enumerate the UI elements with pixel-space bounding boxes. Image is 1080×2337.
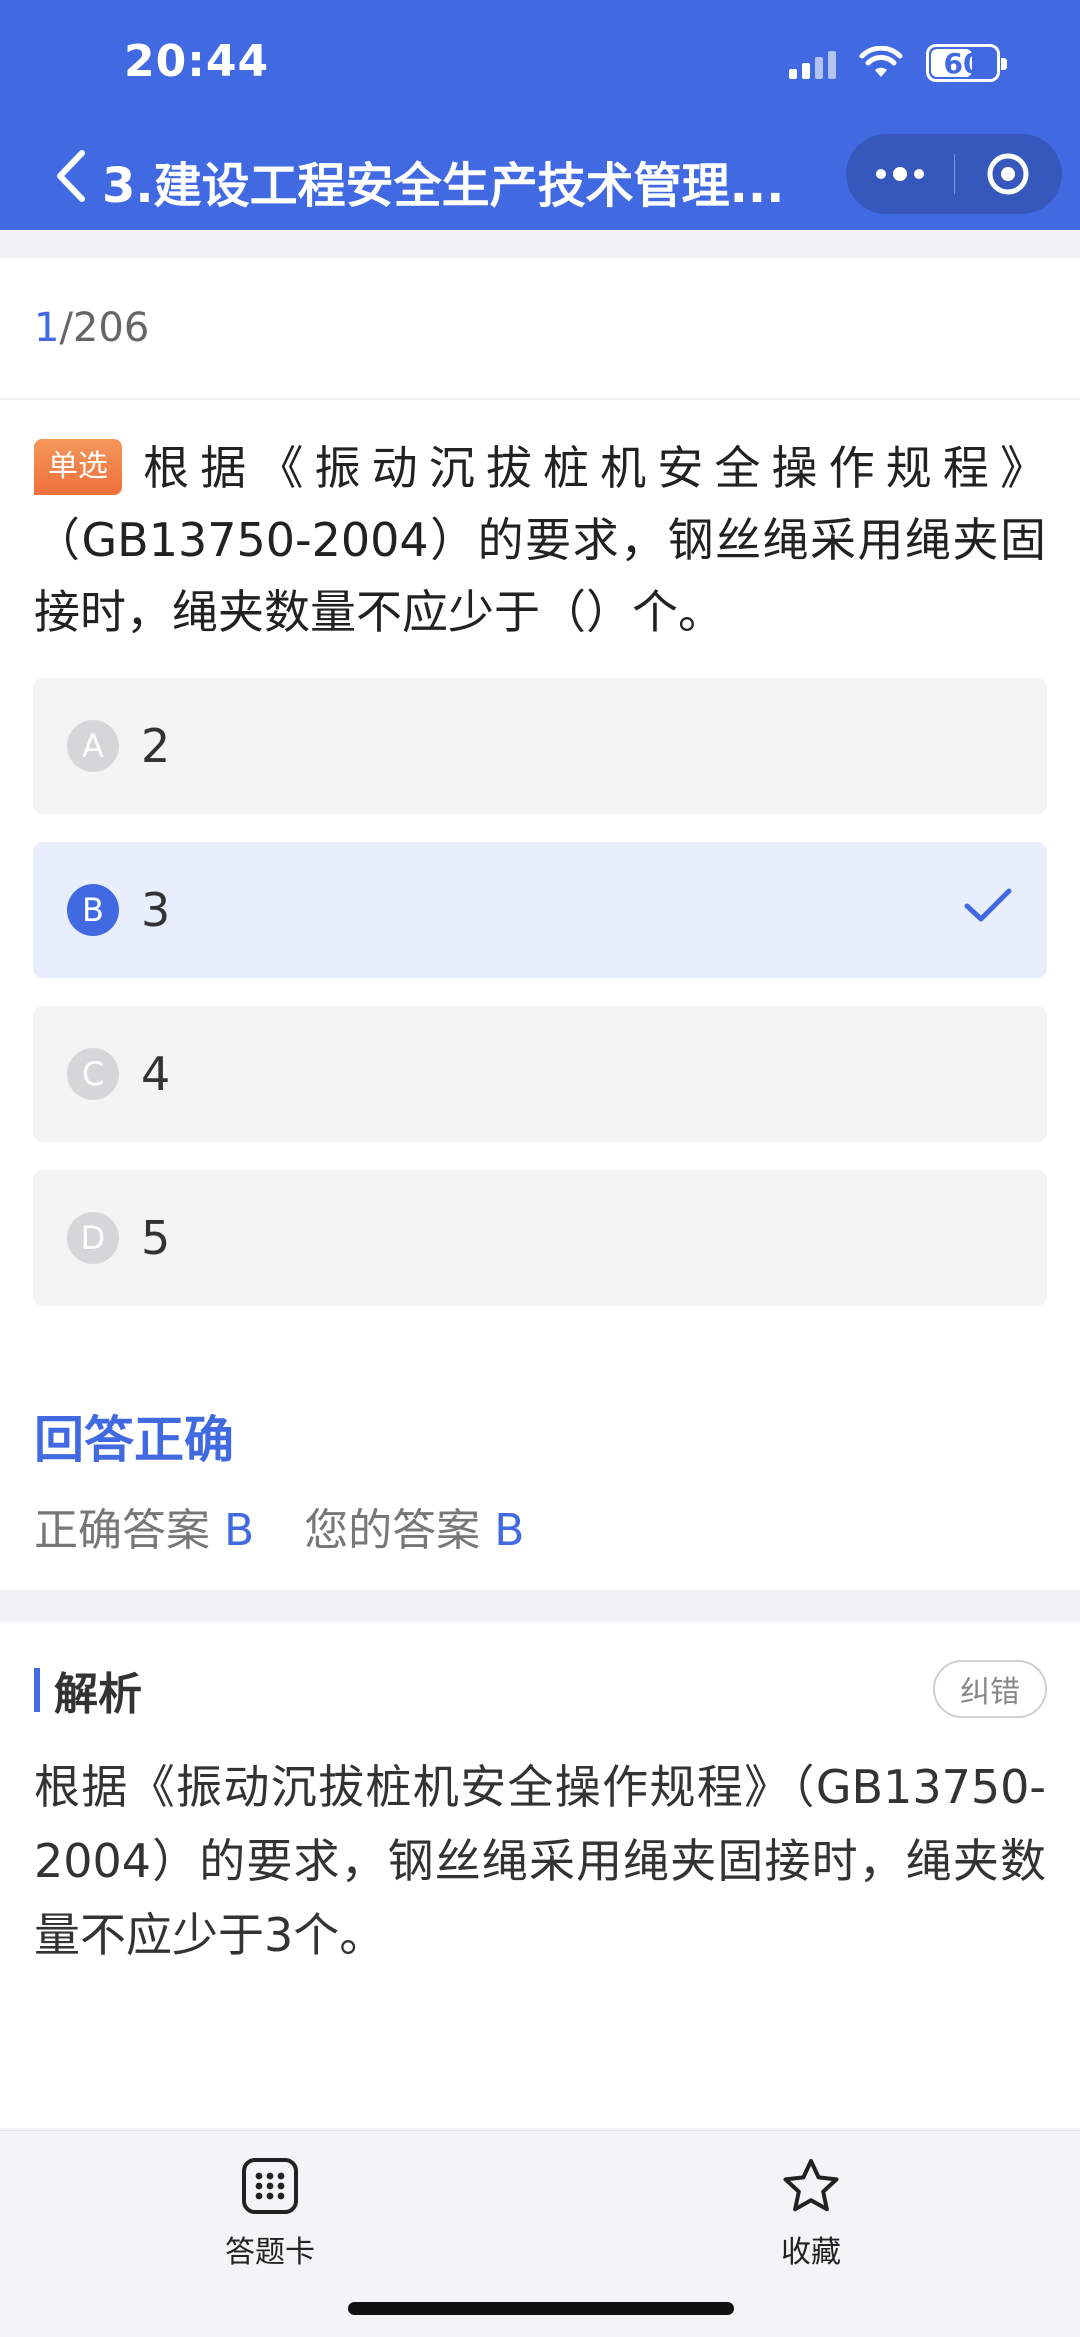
option-letter: B (67, 884, 119, 936)
chevron-left-icon (57, 150, 85, 202)
your-answer: 您的答案 B (304, 1494, 524, 1558)
analysis-panel: 解析 纠错 根据《振动沉拔桩机安全操作规程》（GB13750-2004）的要求，… (0, 1622, 1080, 2128)
cellular-signal-icon (789, 47, 836, 79)
status-time: 20:44 (124, 36, 270, 87)
correct-answer: 正确答案 B (34, 1494, 254, 1558)
option-text: 4 (141, 1047, 171, 1101)
option-d[interactable]: D 5 (33, 1170, 1047, 1306)
current-question-number: 1 (34, 305, 60, 351)
favorite-tab[interactable]: 收藏 (711, 2157, 911, 2271)
option-b[interactable]: B 3 (33, 842, 1047, 978)
answer-card-label: 答题卡 (225, 2235, 315, 2270)
option-letter: D (67, 1212, 119, 1264)
option-c[interactable]: C 4 (33, 1006, 1047, 1142)
your-answer-value: B (494, 1505, 525, 1556)
status-icons: 60 (789, 38, 1007, 88)
section-marker (34, 1668, 40, 1712)
more-dots-icon (875, 167, 924, 181)
analysis-header: 解析 (34, 1658, 142, 1722)
question-panel: 单选 根据《振动沉拔桩机安全操作规程》（GB13750-2004）的要求，钢丝绳采… (0, 400, 1080, 1590)
options-list: A 2 B 3 C 4 D 5 (33, 678, 1047, 1334)
star-icon (783, 2159, 839, 2212)
mini-program-capsule (846, 134, 1062, 214)
your-answer-label: 您的答案 (304, 1505, 481, 1556)
option-a[interactable]: A 2 (33, 678, 1047, 814)
more-button[interactable] (846, 134, 954, 214)
favorite-label: 收藏 (781, 2235, 841, 2270)
question-text: 根据《振动沉拔桩机安全操作规程》（GB13750-2004）的要求，钢丝绳采用绳… (34, 441, 1046, 639)
option-letter: A (67, 720, 119, 772)
battery-level: 60 (943, 46, 983, 80)
close-miniprogram-button[interactable] (955, 134, 1063, 214)
option-text: 3 (141, 883, 171, 937)
app-header: 20:44 60 3.建设工程安全生产技术管理... (0, 0, 1080, 230)
result-title: 回答正确 (34, 1411, 234, 1469)
wifi-icon (859, 46, 903, 77)
answer-card-tab[interactable]: 答题卡 (170, 2157, 370, 2271)
grid-card-icon (242, 2158, 298, 2214)
correct-answer-value: B (224, 1505, 255, 1556)
question-counter: 1/206 (0, 258, 1080, 398)
total-questions: /206 (59, 305, 150, 351)
battery-icon: 60 (926, 44, 1007, 82)
option-letter: C (67, 1048, 119, 1100)
answer-summary: 正确答案 B 您的答案 B (34, 1494, 524, 1558)
question-text-block: 单选 根据《振动沉拔桩机安全操作规程》（GB13750-2004）的要求，钢丝绳采… (34, 432, 1046, 648)
home-indicator (348, 2302, 734, 2315)
analysis-title: 解析 (54, 1669, 142, 1720)
page-title: 3.建设工程安全生产技术管理... (102, 158, 785, 214)
back-button[interactable] (40, 146, 100, 206)
checkmark-icon (964, 888, 1012, 922)
nav-bar: 3.建设工程安全生产技术管理... (0, 126, 1080, 226)
question-type-badge: 单选 (34, 439, 122, 495)
report-error-button[interactable]: 纠错 (933, 1660, 1047, 1718)
analysis-text: 根据《振动沉拔桩机安全操作规程》（GB13750-2004）的要求，钢丝绳采用绳… (34, 1760, 1046, 1962)
option-text: 5 (141, 1211, 171, 1265)
option-text: 2 (141, 719, 171, 773)
target-close-icon (987, 153, 1029, 195)
correct-answer-label: 正确答案 (34, 1505, 210, 1556)
